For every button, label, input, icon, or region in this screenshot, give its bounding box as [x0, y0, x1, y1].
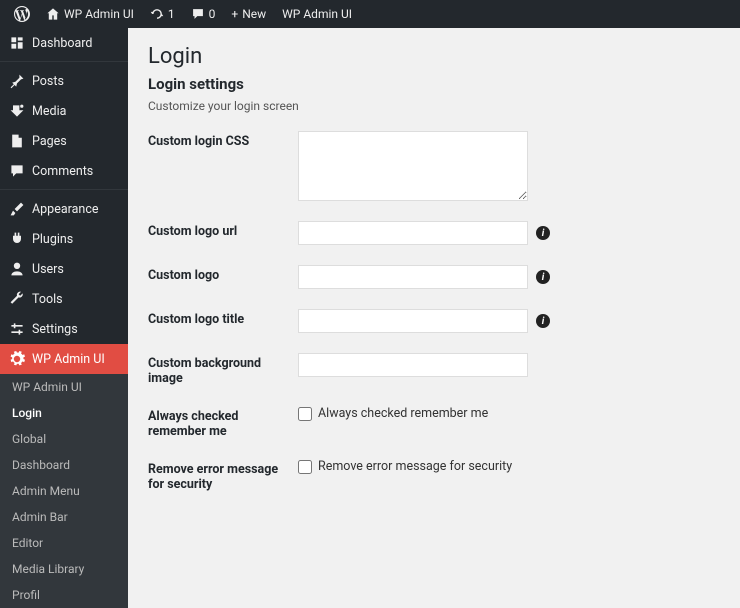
label-logo: Custom logo — [148, 265, 298, 283]
media-icon — [9, 103, 25, 119]
submenu-item-wpadminui[interactable]: WP Admin UI — [0, 374, 128, 400]
sliders-icon — [9, 321, 25, 337]
remove-error-checkbox[interactable] — [298, 460, 312, 474]
submenu-item-adminbar[interactable]: Admin Bar — [0, 504, 128, 530]
sidebar-item-media[interactable]: Media — [0, 96, 128, 126]
logo-title-input[interactable] — [298, 309, 528, 333]
info-icon[interactable]: i — [536, 270, 550, 284]
sidebar-item-label: Posts — [32, 74, 64, 89]
submenu-item-global[interactable]: Global — [0, 426, 128, 452]
comments-count: 0 — [209, 7, 216, 21]
row-logo-url: Custom logo url i — [148, 221, 720, 245]
sidebar-item-label: Dashboard — [32, 36, 92, 51]
row-logo-title: Custom logo title i — [148, 309, 720, 333]
submenu-item-editor[interactable]: Editor — [0, 530, 128, 556]
row-custom-css: Custom login CSS — [148, 131, 720, 201]
updates-link[interactable]: 1 — [142, 0, 183, 28]
new-label: New — [242, 7, 266, 21]
remember-checkbox-wrap[interactable]: Always checked remember me — [298, 406, 488, 421]
info-icon[interactable]: i — [536, 314, 550, 328]
remove-error-checkbox-wrap[interactable]: Remove error message for security — [298, 459, 512, 474]
row-remember: Always checked remember me Always checke… — [148, 406, 720, 439]
sidebar-item-label: Users — [32, 262, 64, 277]
wp-logo[interactable] — [6, 0, 38, 28]
sidebar-item-label: Media — [32, 104, 66, 119]
label-logo-url: Custom logo url — [148, 221, 298, 239]
brush-icon — [9, 201, 25, 217]
sidebar-item-plugins[interactable]: Plugins — [0, 224, 128, 254]
plugin-icon — [9, 231, 25, 247]
custom-css-textarea[interactable] — [298, 131, 528, 201]
bg-image-input[interactable] — [298, 353, 528, 377]
label-logo-title: Custom logo title — [148, 309, 298, 327]
remember-checkbox-label: Always checked remember me — [318, 406, 488, 421]
page-subtitle: Login settings — [148, 75, 720, 93]
sidebar-item-label: Pages — [32, 134, 67, 149]
comments-link[interactable]: 0 — [183, 0, 224, 28]
dashboard-icon — [9, 35, 25, 51]
logo-input[interactable] — [298, 265, 528, 289]
admin-topbar: WP Admin UI 1 0 + New WP Admin UI — [0, 0, 740, 28]
sidebar-item-users[interactable]: Users — [0, 254, 128, 284]
submenu-item-login[interactable]: Login — [0, 400, 128, 426]
submenu-item-dashboard[interactable]: Dashboard — [0, 452, 128, 478]
row-remove-error: Remove error message for security Remove… — [148, 459, 720, 492]
sidebar-submenu: WP Admin UI Login Global Dashboard Admin… — [0, 374, 128, 608]
remember-checkbox[interactable] — [298, 407, 312, 421]
sidebar-item-label: Tools — [32, 292, 63, 307]
sidebar-item-pages[interactable]: Pages — [0, 126, 128, 156]
sidebar-item-wpadminui[interactable]: WP Admin UI — [0, 344, 128, 374]
new-link[interactable]: + New — [223, 0, 274, 28]
sidebar-item-posts[interactable]: Posts — [0, 66, 128, 96]
sidebar-item-dashboard[interactable]: Dashboard — [0, 28, 128, 58]
submenu-item-medialibrary[interactable]: Media Library — [0, 556, 128, 582]
info-icon[interactable]: i — [536, 226, 550, 240]
updates-count: 1 — [168, 7, 175, 21]
plus-icon: + — [231, 7, 238, 21]
topbar-right-label: WP Admin UI — [282, 7, 352, 21]
logo-url-input[interactable] — [298, 221, 528, 245]
label-custom-css: Custom login CSS — [148, 131, 298, 149]
sidebar-item-settings[interactable]: Settings — [0, 314, 128, 344]
label-remove-error: Remove error message for security — [148, 459, 298, 492]
refresh-icon — [150, 7, 164, 21]
remove-error-checkbox-label: Remove error message for security — [318, 459, 512, 474]
pin-icon — [9, 73, 25, 89]
sidebar-item-label: Settings — [32, 322, 78, 337]
topbar-right-link[interactable]: WP Admin UI — [274, 0, 360, 28]
wordpress-icon — [14, 6, 30, 22]
gear-icon — [9, 351, 25, 367]
admin-sidebar: Dashboard Posts Media Pages Comments App… — [0, 28, 128, 528]
sidebar-item-label: Plugins — [32, 232, 73, 247]
sidebar-item-label: Appearance — [32, 202, 99, 217]
wrench-icon — [9, 291, 25, 307]
main-content: Login Login settings Customize your logi… — [128, 28, 740, 528]
sidebar-item-tools[interactable]: Tools — [0, 284, 128, 314]
submenu-item-adminmenu[interactable]: Admin Menu — [0, 478, 128, 504]
page-description: Customize your login screen — [148, 99, 720, 113]
page-icon — [9, 133, 25, 149]
site-name-link[interactable]: WP Admin UI — [38, 0, 142, 28]
page-title: Login — [148, 44, 720, 69]
label-remember: Always checked remember me — [148, 406, 298, 439]
users-icon — [9, 261, 25, 277]
submenu-item-profil[interactable]: Profil — [0, 582, 128, 608]
sidebar-item-appearance[interactable]: Appearance — [0, 194, 128, 224]
row-bg-image: Custom background image — [148, 353, 720, 386]
label-bg-image: Custom background image — [148, 353, 298, 386]
comment-icon — [9, 163, 25, 179]
row-logo: Custom logo i — [148, 265, 720, 289]
sidebar-item-label: Comments — [32, 164, 93, 179]
sidebar-item-comments[interactable]: Comments — [0, 156, 128, 186]
comment-icon — [191, 7, 205, 21]
site-name-label: WP Admin UI — [64, 7, 134, 21]
sidebar-item-label: WP Admin UI — [32, 352, 105, 367]
home-icon — [46, 7, 60, 21]
